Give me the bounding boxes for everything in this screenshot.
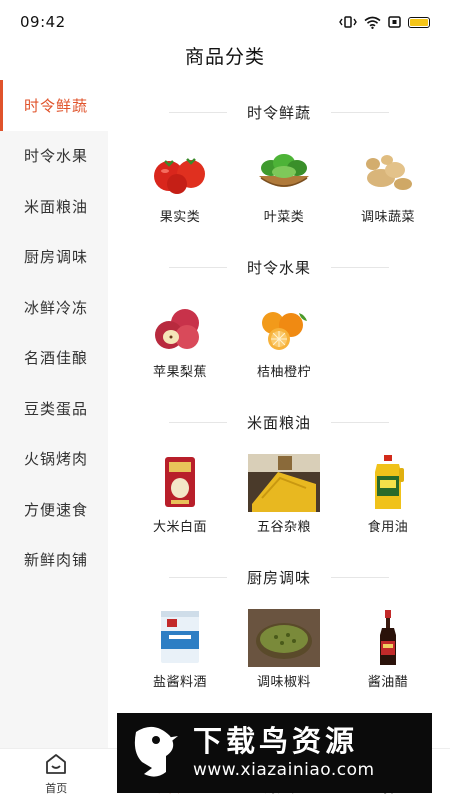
subcategory-item[interactable]: 调味蔬菜 — [336, 144, 440, 225]
section-title-label: 时令鲜蔬 — [246, 104, 311, 122]
subcategory-label: 调味椒料 — [256, 675, 311, 690]
subcategory-label: 苹果梨蕉 — [152, 365, 207, 380]
grains-image — [248, 454, 320, 512]
home-icon — [44, 753, 68, 778]
rice-bag-image — [144, 454, 216, 512]
section-title: 厨房调味 — [108, 567, 450, 588]
sidebar-item-label: 时令鲜蔬 — [24, 96, 89, 115]
sidebar-item-kitchen-seasoning[interactable]: 厨房调味 — [0, 232, 108, 283]
subcategory-label: 大米白面 — [152, 520, 207, 535]
category-section: 时令鲜蔬 果实类 叶菜类 调味蔬菜 — [108, 80, 450, 235]
battery-icon — [408, 16, 430, 28]
subcategory-label: 五谷杂粮 — [256, 520, 311, 535]
subcategory-label: 调味蔬菜 — [360, 210, 415, 225]
sidebar-item-label: 豆类蛋品 — [24, 399, 89, 418]
sidebar-item-label: 新鲜肉铺 — [24, 551, 89, 570]
pepper-bowl-image — [248, 609, 320, 667]
category-section: 厨房调味 盐酱料酒 调味椒料 酱油醋 — [108, 545, 450, 700]
sidebar-item-frozen[interactable]: 冰鲜冷冻 — [0, 282, 108, 333]
sidebar-item-rice-flour-oil[interactable]: 米面粮油 — [0, 181, 108, 232]
category-section: 时令水果 苹果梨蕉 桔柚橙柠 — [108, 235, 450, 390]
tab-home-label: 首页 — [45, 782, 68, 795]
sim-icon — [388, 16, 401, 28]
subcategory-label: 桔柚橙柠 — [256, 365, 311, 380]
sidebar-item-label: 时令水果 — [24, 147, 89, 166]
sidebar-item-seasonal-vegetables[interactable]: 时令鲜蔬 — [0, 80, 108, 131]
subcategory-item[interactable]: 大米白面 — [128, 454, 232, 535]
oil-bottle-image — [352, 454, 424, 512]
sidebar-item-label: 火锅烤肉 — [24, 450, 89, 469]
sidebar-item-label: 米面粮油 — [24, 197, 89, 216]
vibrate-icon — [339, 16, 357, 28]
subcategory-item[interactable]: 果实类 — [128, 144, 232, 225]
category-sidebar: 时令鲜蔬 时令水果 米面粮油 厨房调味 冰鲜冷冻 名酒佳酿 豆类蛋品 火锅烤肉 … — [0, 80, 108, 748]
sidebar-item-label: 方便速食 — [24, 500, 89, 519]
status-icons — [339, 16, 430, 29]
sidebar-item-fresh-meat[interactable]: 新鲜肉铺 — [0, 535, 108, 586]
page-title: 商品分类 — [184, 46, 265, 68]
section-title-label: 厨房调味 — [246, 569, 311, 587]
sidebar-item-wine[interactable]: 名酒佳酿 — [0, 333, 108, 384]
apple-image — [144, 299, 216, 357]
subcategory-item[interactable]: 苹果梨蕉 — [128, 299, 232, 380]
sidebar-item-label: 冰鲜冷冻 — [24, 298, 89, 317]
category-content: 时令鲜蔬 果实类 叶菜类 调味蔬菜 时令水果 苹果梨蕉 桔柚橙柠 米面粮油 大米… — [108, 80, 450, 748]
watermark-url: www.xiazainiao.com — [193, 760, 375, 780]
subcategory-item[interactable]: 盐酱料酒 — [128, 609, 232, 690]
watermark-banner: 下载鸟资源 www.xiazainiao.com — [117, 713, 432, 793]
section-title: 时令水果 — [108, 257, 450, 278]
subcategory-label: 叶菜类 — [263, 210, 305, 225]
sidebar-item-beans-eggs[interactable]: 豆类蛋品 — [0, 383, 108, 434]
sidebar-item-label: 厨房调味 — [24, 248, 89, 267]
section-title: 时令鲜蔬 — [108, 102, 450, 123]
subcategory-label: 果实类 — [159, 210, 201, 225]
status-time: 09:42 — [20, 13, 66, 31]
orange-image — [248, 299, 320, 357]
sidebar-item-label: 名酒佳酿 — [24, 349, 89, 368]
subcategory-item[interactable]: 五谷杂粮 — [232, 454, 336, 535]
subcategory-item[interactable]: 调味椒料 — [232, 609, 336, 690]
ginger-image — [352, 144, 424, 202]
salt-bag-image — [144, 609, 216, 667]
bird-logo-icon — [125, 721, 183, 785]
section-title-label: 米面粮油 — [246, 414, 311, 432]
soy-sauce-bottle-image — [352, 609, 424, 667]
sidebar-item-instant-food[interactable]: 方便速食 — [0, 484, 108, 535]
section-title: 米面粮油 — [108, 412, 450, 433]
sidebar-item-seasonal-fruits[interactable]: 时令水果 — [0, 131, 108, 182]
tab-home[interactable]: 首页 — [0, 749, 113, 800]
section-title-label: 时令水果 — [246, 259, 311, 277]
subcategory-item[interactable]: 食用油 — [336, 454, 440, 535]
subcategory-item[interactable]: 酱油醋 — [336, 609, 440, 690]
sidebar-item-hotpot-bbq[interactable]: 火锅烤肉 — [0, 434, 108, 485]
subcategory-item[interactable]: 叶菜类 — [232, 144, 336, 225]
subcategory-label: 酱油醋 — [367, 675, 409, 690]
subcategory-label: 食用油 — [367, 520, 409, 535]
status-bar: 09:42 — [0, 0, 450, 44]
leafy-greens-image — [248, 144, 320, 202]
subcategory-label: 盐酱料酒 — [152, 675, 207, 690]
watermark-title: 下载鸟资源 — [193, 724, 359, 758]
subcategory-item[interactable]: 桔柚橙柠 — [232, 299, 336, 380]
category-section: 米面粮油 大米白面 五谷杂粮 食用油 — [108, 390, 450, 545]
tomato-image — [144, 144, 216, 202]
wifi-icon — [364, 16, 381, 29]
